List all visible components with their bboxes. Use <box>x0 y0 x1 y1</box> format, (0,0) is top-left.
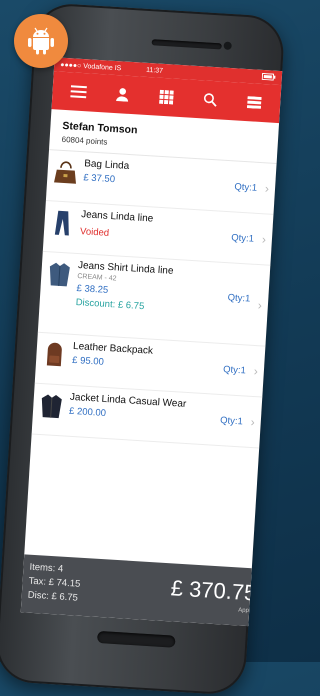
chevron-right-icon: › <box>264 181 270 196</box>
android-badge <box>14 14 68 68</box>
cart-item[interactable]: Jeans Shirt Linda line CREAM - 42 £ 38.2… <box>37 251 271 347</box>
item-price: £ 37.50 <box>83 172 116 186</box>
jeans-thumbnail <box>54 210 69 236</box>
approve-button[interactable]: Approv <box>238 607 257 614</box>
item-price: £ 95.00 <box>71 354 105 368</box>
bottom-speaker <box>96 630 176 648</box>
scan-button[interactable] <box>239 88 269 118</box>
user-icon <box>116 88 129 102</box>
phone-frame: ●●●●○ Vodafone IS 11:37 Stefan Tomson 60… <box>0 2 286 696</box>
item-price: £ 38.25 <box>76 283 109 296</box>
categories-button[interactable] <box>152 82 182 112</box>
totals-footer: Items: 4 Tax: £ 74.15 Disc: £ 6.75 £ 370… <box>20 554 257 627</box>
barcode-icon <box>246 96 262 109</box>
jacket-thumbnail <box>41 394 62 419</box>
backpack-thumbnail <box>46 342 62 367</box>
grid-icon <box>159 89 174 105</box>
customer-button[interactable] <box>108 80 138 110</box>
item-qty: Qty:1 <box>222 364 247 377</box>
app-screen: ●●●●○ Vodafone IS 11:37 Stefan Tomson 60… <box>20 57 283 627</box>
item-qty: Qty:1 <box>230 232 255 245</box>
chevron-right-icon: › <box>250 414 256 430</box>
clock: 11:37 <box>145 66 164 75</box>
android-icon <box>28 27 54 55</box>
discount-total: Disc: £ 6.75 <box>27 589 79 604</box>
bag-thumbnail <box>54 161 76 184</box>
search-button[interactable] <box>196 85 226 115</box>
battery-icon <box>261 72 277 82</box>
front-camera <box>223 41 232 51</box>
earpiece <box>151 39 222 50</box>
shirt-thumbnail <box>49 262 70 287</box>
item-qty: Qty:1 <box>227 292 251 305</box>
chevron-right-icon: › <box>253 364 259 379</box>
menu-button[interactable] <box>64 77 94 107</box>
item-qty: Qty:1 <box>219 415 244 428</box>
grand-total[interactable]: £ 370.75 <box>170 575 257 606</box>
item-price: £ 200.00 <box>68 405 107 420</box>
search-icon <box>203 93 217 107</box>
voided-label: Voided <box>79 226 110 239</box>
menu-icon <box>70 85 87 99</box>
chevron-right-icon: › <box>261 232 267 247</box>
chevron-right-icon: › <box>257 298 263 313</box>
item-qty: Qty:1 <box>234 181 258 194</box>
